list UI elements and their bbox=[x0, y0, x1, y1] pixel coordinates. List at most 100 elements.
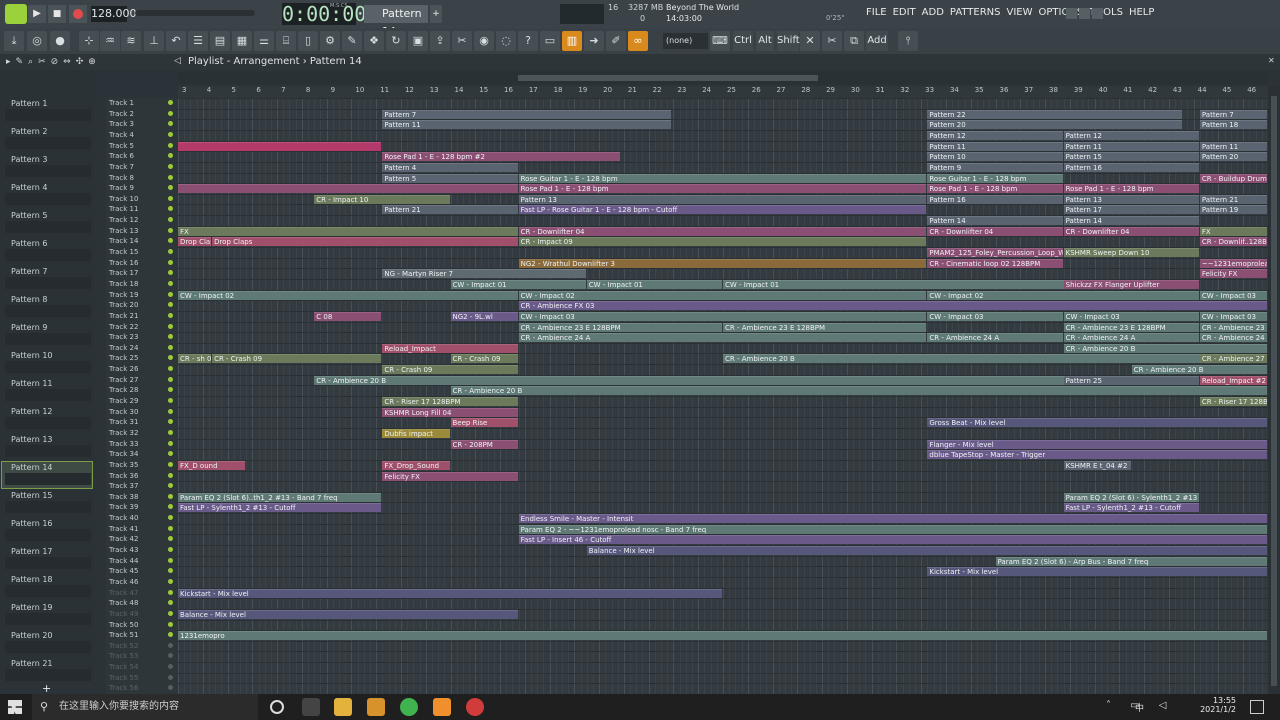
track-mute-led[interactable] bbox=[168, 578, 173, 584]
playlist-clip[interactable]: CR - Buildup Drum 04 128BPM bbox=[1199, 173, 1267, 183]
playlist-clip[interactable]: KSHMR Long Fill 04 bbox=[382, 407, 518, 417]
playlist-clip[interactable]: CR - 208PM bbox=[450, 439, 518, 449]
track-mute-led[interactable] bbox=[168, 195, 173, 201]
pattern-picker-item[interactable]: Pattern 2 bbox=[2, 126, 92, 152]
track-mute-led[interactable] bbox=[168, 493, 173, 499]
playlist-clip[interactable]: NG2 - Wrathul Downlifter 3 bbox=[518, 258, 927, 268]
taskbar-clock[interactable]: 13:55 2021/1/2 bbox=[1196, 696, 1236, 714]
track-header[interactable]: Track 33 bbox=[106, 439, 178, 450]
track-header[interactable]: Track 2 bbox=[106, 109, 178, 120]
playlist-close-icon[interactable]: ✕ bbox=[1268, 56, 1275, 65]
playlist-clip[interactable]: Pattern 14 bbox=[927, 216, 1063, 226]
playlist-clip[interactable]: Rose Guitar 1 - E - 128 bpm bbox=[927, 173, 1063, 183]
browser-icon[interactable]: ⌸ bbox=[276, 31, 296, 51]
playlist-clip[interactable]: Reload_Impact bbox=[382, 343, 518, 353]
playlist-clip[interactable]: Pattern 17 bbox=[1063, 205, 1199, 215]
minimize-button[interactable] bbox=[1066, 8, 1077, 19]
playlist-clip[interactable]: Pattern 13 bbox=[518, 194, 927, 204]
playlist-clip[interactable]: Rose Pad 1 - E - 128 bpm bbox=[518, 184, 927, 194]
playlist-clip[interactable]: Balance - Mix level bbox=[586, 546, 1267, 555]
playlist-clip[interactable]: Pattern 16 bbox=[1063, 162, 1199, 172]
track-header[interactable]: Track 10 bbox=[106, 194, 178, 205]
track-mute-led[interactable] bbox=[168, 334, 173, 340]
playlist-clip[interactable]: Gross Beat - Mix level bbox=[927, 418, 1267, 428]
arrow-right-icon[interactable]: ➜ bbox=[584, 31, 604, 51]
playlist-clip[interactable]: CR - Ambience 23 E 128BPM bbox=[1063, 322, 1199, 332]
playlist-clip[interactable]: Fast LP - Sylenth1_2 #13 - Cutoff bbox=[1063, 503, 1199, 513]
tempo-display[interactable]: 128.000 bbox=[91, 6, 137, 22]
track-header[interactable]: Track 40 bbox=[106, 513, 178, 524]
track-header[interactable]: Track 19 bbox=[106, 290, 178, 301]
download-icon[interactable]: ⤓ bbox=[4, 31, 24, 51]
track-mute-led[interactable] bbox=[168, 376, 173, 382]
playlist-clip[interactable]: Pattern 9 bbox=[927, 162, 1063, 172]
save-icon[interactable]: ▣ bbox=[408, 31, 428, 51]
blend-icon[interactable]: ≋ bbox=[121, 31, 141, 51]
export-icon[interactable]: ⇪ bbox=[430, 31, 450, 51]
playlist-clip[interactable] bbox=[178, 184, 518, 194]
playlist-clip[interactable]: Rose Pad 1 - E - 128 bpm #2 bbox=[382, 152, 620, 162]
paint-icon[interactable]: ❖ bbox=[364, 31, 384, 51]
track-mute-led[interactable] bbox=[168, 451, 173, 457]
monitor-icon[interactable]: ▭ bbox=[540, 31, 560, 51]
playlist-clip[interactable]: Pattern 19 bbox=[1199, 205, 1267, 215]
track-mute-led[interactable] bbox=[168, 142, 173, 148]
help-icon[interactable]: ? bbox=[518, 31, 538, 51]
track-header[interactable]: Track 1 bbox=[106, 98, 178, 109]
track-header[interactable]: Track 47 bbox=[106, 588, 178, 599]
track-mute-led[interactable] bbox=[168, 440, 173, 446]
track-header[interactable]: Track 35 bbox=[106, 460, 178, 471]
track-header[interactable]: Track 12 bbox=[106, 215, 178, 226]
playlist-clip[interactable]: Pattern 7 bbox=[1199, 109, 1267, 119]
menu-view[interactable]: VIEW bbox=[1007, 7, 1033, 18]
track-mute-led[interactable] bbox=[168, 163, 173, 169]
metronome-icon[interactable]: ◎ bbox=[27, 31, 47, 51]
playlist-clip[interactable]: Fast LP - Insert 46 - Cutoff bbox=[518, 535, 1267, 545]
playlist-clip[interactable]: CW - Impact 03 bbox=[1199, 311, 1267, 321]
typing-keyboard-icon[interactable]: ⌨ bbox=[710, 31, 730, 51]
playlist-clip[interactable]: Rose Guitar 1 - E - 128 bpm bbox=[518, 173, 927, 183]
track-header[interactable]: Track 39 bbox=[106, 502, 178, 513]
piano-roll-icon[interactable]: ▤ bbox=[210, 31, 230, 51]
menu-edit[interactable]: EDIT bbox=[893, 7, 916, 18]
playlist-clip[interactable]: Pattern 16 bbox=[927, 194, 1063, 204]
pattern-picker-item[interactable]: Pattern 5 bbox=[2, 210, 92, 236]
playlist-clip[interactable]: Pattern 20 bbox=[927, 120, 1182, 130]
file-explorer-icon[interactable] bbox=[334, 698, 352, 716]
playlist-clip[interactable]: Param EQ 2 - ~~1231emoprolead nosc - Ban… bbox=[518, 524, 1267, 534]
track-mute-led[interactable] bbox=[168, 642, 173, 648]
playlist-clip[interactable]: NG2 - 9L.wl bbox=[450, 311, 518, 321]
track-mute-led[interactable] bbox=[168, 355, 173, 361]
track-header[interactable]: Track 16 bbox=[106, 258, 178, 269]
tuning-icon[interactable]: ⫯ bbox=[898, 31, 918, 51]
track-mute-led[interactable] bbox=[168, 685, 173, 691]
playlist-clip[interactable]: Pattern 12 bbox=[927, 130, 1063, 140]
channel-rack-icon[interactable]: ▦ bbox=[232, 31, 252, 51]
track-mute-led[interactable] bbox=[168, 536, 173, 542]
playlist-clip[interactable]: Param EQ 2 (Slot 6) - Sylenth1_2 #13 - B… bbox=[1063, 492, 1199, 502]
track-header[interactable]: Track 20 bbox=[106, 300, 178, 311]
fl-logo[interactable] bbox=[5, 4, 27, 24]
track-mute-led[interactable] bbox=[168, 153, 173, 159]
track-mute-led[interactable] bbox=[168, 366, 173, 372]
bar-ruler[interactable]: 3 4 5 6 7 8 9 10 11 12 13 14 15 16 17 18 19 20 21 22 23 24 25 2… bbox=[178, 86, 1268, 98]
add-button[interactable]: Add bbox=[866, 31, 888, 51]
playlist-grid[interactable]: Pattern 7 Pattern 22 Pattern 7 Pattern 11 Pa… bbox=[178, 98, 1268, 694]
track-mute-led[interactable] bbox=[168, 632, 173, 638]
mixer-icon[interactable]: ⚌ bbox=[254, 31, 274, 51]
track-mute-led[interactable] bbox=[168, 217, 173, 223]
cut-icon[interactable]: ✂ bbox=[452, 31, 472, 51]
playlist-clip[interactable]: CR - Ambience 20 B bbox=[450, 386, 1267, 396]
track-header[interactable]: Track 52 bbox=[106, 641, 178, 652]
loop-record-icon[interactable]: ♒ bbox=[100, 31, 120, 51]
playlist-clip[interactable]: CR - Ambience 24 A bbox=[518, 333, 927, 343]
track-header[interactable]: Track 29 bbox=[106, 396, 178, 407]
scroll-overview[interactable] bbox=[178, 72, 1268, 84]
track-mute-led[interactable] bbox=[168, 568, 173, 574]
track-mute-led[interactable] bbox=[168, 185, 173, 191]
playlist-clip[interactable]: Pattern 4 bbox=[382, 162, 518, 172]
track-header[interactable]: Track 55 bbox=[106, 673, 178, 684]
playlist-clip[interactable]: Felicity FX bbox=[1199, 269, 1267, 279]
track-mute-led[interactable] bbox=[168, 174, 173, 180]
playlist-clip[interactable]: CR - Crash 09 bbox=[450, 354, 518, 364]
